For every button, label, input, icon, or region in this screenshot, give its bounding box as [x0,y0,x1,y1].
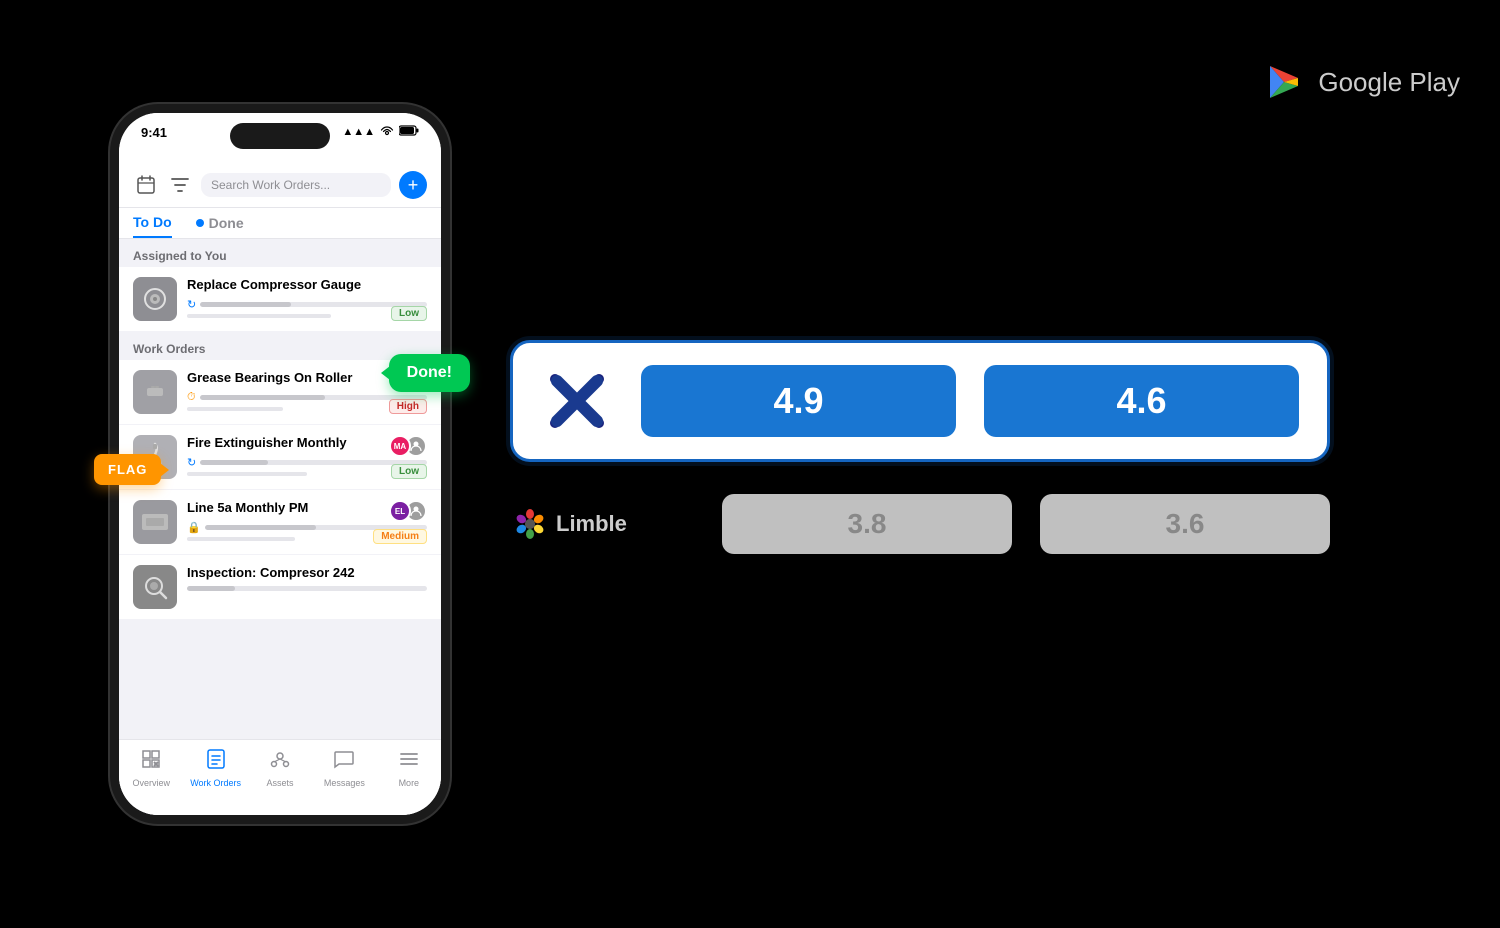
nav-work-orders[interactable]: Work Orders [183,748,247,788]
filter-icon[interactable] [167,172,193,198]
flag-bubble: FLAG [94,454,161,485]
limble-brand: Limble [514,508,694,540]
google-play-label: Google Play [1318,67,1460,98]
top-bar: Search Work Orders... + [119,163,441,208]
wo-sub-bar-3 [187,472,307,476]
limble-name: Limble [556,511,627,537]
assigned-section-header: Assigned to You [119,239,441,267]
limble-ios-rating: 3.8 [722,494,1012,554]
wo-progress-fill-4 [205,525,316,530]
avatars-3: MA [389,435,427,457]
nav-messages-label: Messages [324,778,365,788]
tab-done[interactable]: Done [196,215,244,237]
calendar-icon[interactable] [133,172,159,198]
wo-sub-bar-1 [187,314,331,318]
refresh-icon-3: ↻ [187,456,196,469]
google-play-icon [1262,60,1306,104]
wo-progress-row-5 [187,586,427,591]
wo-progress-fill-5 [187,586,235,591]
wo-progress-fill-2 [200,395,325,400]
wo-sub-bar-4 [187,537,295,541]
badge-low-1: Low [391,306,427,321]
nav-overview-label: Overview [132,778,170,788]
lock-icon-4: 🔒 [187,521,201,534]
xenia-ios-rating: 4.9 [641,365,956,437]
clock-icon-2: ⏱ [187,391,196,404]
wo-item-line5a[interactable]: Line 5a Monthly PM 🔒 EL [119,490,441,554]
tab-todo[interactable]: To Do [133,214,172,238]
nav-more-label: More [399,778,420,788]
nav-more[interactable]: More [377,748,441,788]
wo-progress-fill-3 [200,460,268,465]
nav-assets-icon [269,748,291,776]
nav-assets[interactable]: Assets [248,748,312,788]
xenia-ios-score: 4.9 [773,380,823,422]
wo-thumb-1 [133,277,177,321]
avatars-4: EL [389,500,427,522]
dynamic-island [230,123,330,149]
limble-android-score: 3.6 [1166,508,1205,540]
nav-overview[interactable]: Overview [119,748,183,788]
add-button[interactable]: + [399,171,427,199]
limble-ios-score: 3.8 [848,508,887,540]
xenia-rating-card: 4.9 4.6 [510,340,1330,462]
done-dot [196,219,204,227]
google-play-badge: Google Play [1262,60,1460,104]
xenia-android-rating: 4.6 [984,365,1299,437]
wo-title-1: Replace Compressor Gauge [187,277,427,294]
signal-icon: ▲▲▲ [342,126,375,138]
search-input[interactable]: Search Work Orders... [201,173,391,197]
avatar-el: EL [389,500,411,522]
nav-more-icon [398,748,420,776]
xenia-rating-container: 4.9 4.6 Limble 3.8 [510,340,1330,554]
limble-android-rating: 3.6 [1040,494,1330,554]
wo-thumb-2 [133,370,177,414]
refresh-icon-1: ↻ [187,298,196,311]
nav-messages[interactable]: Messages [312,748,376,788]
wo-item-fire-extinguisher[interactable]: Fire Extinguisher Monthly ↻ MA [119,425,441,489]
status-icons: ▲▲▲ [342,125,419,139]
nav-work-orders-label: Work Orders [190,778,241,788]
bottom-nav: Overview Work Orders [119,739,441,815]
wo-sub-bar-2 [187,407,283,411]
phone-mockup: Done! FLAG 9:41 ▲▲▲ [110,104,450,824]
xenia-logo [541,365,613,437]
limble-icon [514,508,546,540]
wo-thumb-4 [133,500,177,544]
nav-messages-icon [333,748,355,776]
nav-overview-icon [140,748,162,776]
tabs-bar: To Do Done [119,208,441,239]
wo-progress-fill-1 [200,302,291,307]
avatar-ma: MA [389,435,411,457]
wifi-icon [380,125,394,139]
status-time: 9:41 [141,125,167,140]
xenia-android-score: 4.6 [1116,380,1166,422]
battery-icon [399,125,419,139]
screen: Search Work Orders... + To Do Done Assig… [119,163,441,815]
wo-info-5: Inspection: Compresor 242 [187,565,427,593]
done-bubble: Done! [389,354,470,392]
wo-item-replace-compressor[interactable]: Replace Compressor Gauge ↻ Low [119,267,441,331]
wo-item-inspection[interactable]: Inspection: Compresor 242 [119,555,441,619]
wo-progress-bar-5 [187,586,427,591]
nav-assets-label: Assets [267,778,294,788]
badge-medium-4: Medium [373,529,427,544]
nav-work-orders-icon [205,748,227,776]
limble-rating-row: Limble 3.8 3.6 [510,494,1330,554]
wo-thumb-5 [133,565,177,609]
badge-high-2: High [389,399,427,414]
wo-title-5: Inspection: Compresor 242 [187,565,427,582]
badge-low-3: Low [391,464,427,479]
